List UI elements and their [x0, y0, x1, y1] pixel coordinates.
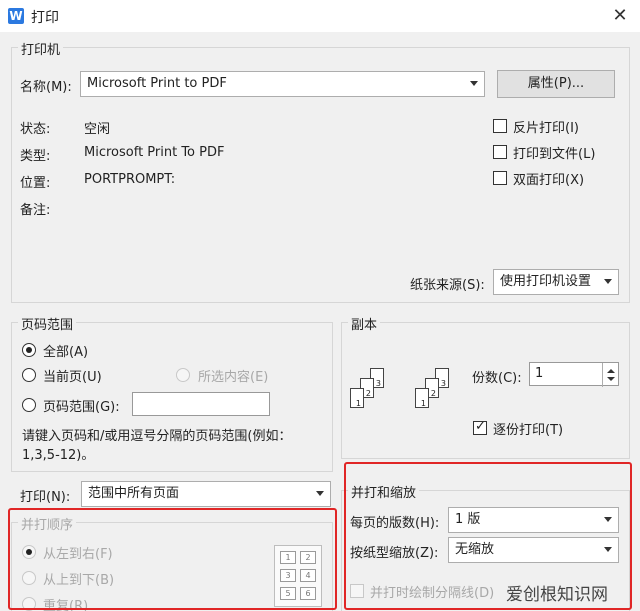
copies-group-label: 副本 — [348, 314, 381, 333]
collate-checkbox[interactable] — [473, 419, 487, 435]
print-to-file-checkbox[interactable] — [493, 145, 507, 159]
range-all-radio[interactable] — [22, 343, 36, 357]
paper-source-select[interactable]: 使用打印机设置 — [493, 269, 619, 295]
title-bar — [0, 0, 640, 32]
printer-name-label: 名称(M): — [20, 80, 72, 95]
type-label: 类型: — [20, 149, 51, 164]
page-range-hint: 请键入页码和/或用逗号分隔的页码范围(例如：1,3,5-12)。 — [22, 429, 292, 463]
print-what-value: 范围中所有页面 — [88, 486, 180, 501]
copies-count-label: 份数(C): — [472, 371, 522, 386]
paper-source-label: 纸张来源(S): — [410, 278, 485, 293]
copies-spinner[interactable] — [602, 363, 618, 387]
range-current-label[interactable]: 当前页(U) — [43, 366, 102, 385]
location-value: PORTPROMPT: — [84, 172, 176, 187]
copies-count-input[interactable]: 1 — [529, 362, 619, 387]
print-what-select[interactable]: 范围中所有页面 — [81, 481, 331, 507]
print-to-file-label[interactable]: 打印到文件(L) — [513, 143, 595, 162]
status-label: 状态: — [20, 122, 51, 137]
spin-down-icon[interactable] — [607, 377, 615, 381]
duplex-print-label[interactable]: 双面打印(X) — [513, 169, 584, 188]
chevron-down-icon — [470, 81, 478, 86]
window-title: 打印 — [31, 10, 59, 26]
page-range-input[interactable] — [132, 392, 270, 416]
chevron-down-icon — [604, 279, 612, 284]
comment-label: 备注: — [20, 203, 51, 218]
wps-app-icon: W — [8, 8, 24, 24]
close-icon[interactable]: ✕ — [608, 4, 632, 28]
paper-source-value: 使用打印机设置 — [500, 274, 592, 289]
collate-stack-1-icon: 3 2 1 — [350, 368, 400, 428]
page-range-group-label: 页码范围 — [18, 314, 77, 333]
collate-stack-2-icon: 3 2 1 — [415, 368, 465, 428]
reverse-print-checkbox[interactable] — [493, 119, 507, 133]
watermark-text: 爱创根知识网 — [506, 585, 608, 605]
spin-up-icon[interactable] — [607, 369, 615, 373]
copies-count-value: 1 — [535, 366, 544, 381]
range-current-radio[interactable] — [22, 368, 36, 382]
type-value: Microsoft Print To PDF — [84, 145, 225, 160]
range-pages-radio[interactable] — [22, 398, 36, 412]
range-selection-label[interactable]: 所选内容(E) — [198, 366, 268, 385]
collate-label[interactable]: 逐份打印(T) — [493, 419, 563, 438]
range-all-label[interactable]: 全部(A) — [43, 341, 88, 360]
range-pages-label[interactable]: 页码范围(G): — [43, 396, 120, 415]
duplex-print-checkbox[interactable] — [493, 171, 507, 185]
order-highlight-box — [8, 508, 337, 610]
printer-name-value: Microsoft Print to PDF — [87, 76, 227, 91]
print-what-label: 打印(N): — [20, 490, 71, 505]
location-label: 位置: — [20, 176, 51, 191]
status-value: 空闲 — [84, 122, 111, 137]
printer-name-select[interactable]: Microsoft Print to PDF — [80, 71, 485, 97]
reverse-print-label[interactable]: 反片打印(I) — [513, 117, 579, 136]
properties-button[interactable]: 属性(P)... — [497, 70, 615, 98]
range-selection-radio[interactable] — [176, 368, 190, 382]
printer-group-label: 打印机 — [18, 39, 64, 58]
chevron-down-icon — [316, 491, 324, 496]
